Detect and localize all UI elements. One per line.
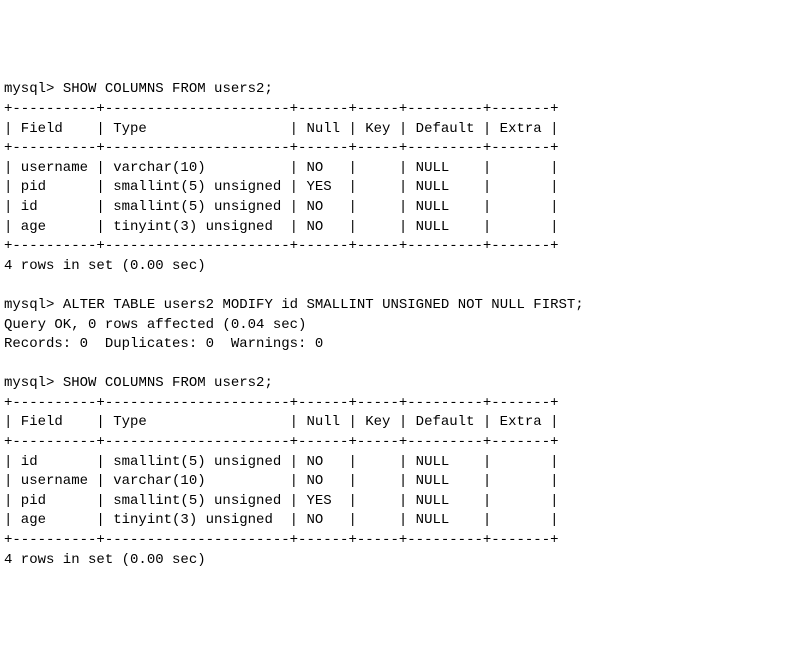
table-row: | pid | smallint(5) unsigned | YES | | N… [4,493,559,509]
table-row: | username | varchar(10) | NO | | NULL |… [4,473,559,489]
table-row: | pid | smallint(5) unsigned | YES | | N… [4,179,559,195]
table-row: | id | smallint(5) unsigned | NO | | NUL… [4,454,559,470]
mysql-prompt: mysql> [4,297,54,313]
rows-in-set: 4 rows in set (0.00 sec) [4,552,206,568]
table-border: +----------+----------------------+-----… [4,434,559,450]
table-row: | age | tinyint(3) unsigned | NO | | NUL… [4,512,559,528]
table-row: | age | tinyint(3) unsigned | NO | | NUL… [4,219,559,235]
sql-command: SHOW COLUMNS FROM users2; [63,375,273,391]
prompt-line: mysql> ALTER TABLE users2 MODIFY id SMAL… [4,297,584,313]
query-ok: Query OK, 0 rows affected (0.04 sec) [4,317,306,333]
mysql-prompt: mysql> [4,375,54,391]
table-row: | username | varchar(10) | NO | | NULL |… [4,160,559,176]
table-border: +----------+----------------------+-----… [4,238,559,254]
records-line: Records: 0 Duplicates: 0 Warnings: 0 [4,336,323,352]
table-border: +----------+----------------------+-----… [4,532,559,548]
sql-command: ALTER TABLE users2 MODIFY id SMALLINT UN… [63,297,584,313]
table-header: | Field | Type | Null | Key | Default | … [4,121,559,137]
table-border: +----------+----------------------+-----… [4,395,559,411]
table-border: +----------+----------------------+-----… [4,101,559,117]
prompt-line: mysql> SHOW COLUMNS FROM users2; [4,81,273,97]
prompt-line: mysql> SHOW COLUMNS FROM users2; [4,375,273,391]
terminal-output: mysql> SHOW COLUMNS FROM users2; +------… [4,80,802,570]
sql-command: SHOW COLUMNS FROM users2; [63,81,273,97]
table-row: | id | smallint(5) unsigned | NO | | NUL… [4,199,559,215]
table-border: +----------+----------------------+-----… [4,140,559,156]
rows-in-set: 4 rows in set (0.00 sec) [4,258,206,274]
table-header: | Field | Type | Null | Key | Default | … [4,414,559,430]
mysql-prompt: mysql> [4,81,54,97]
